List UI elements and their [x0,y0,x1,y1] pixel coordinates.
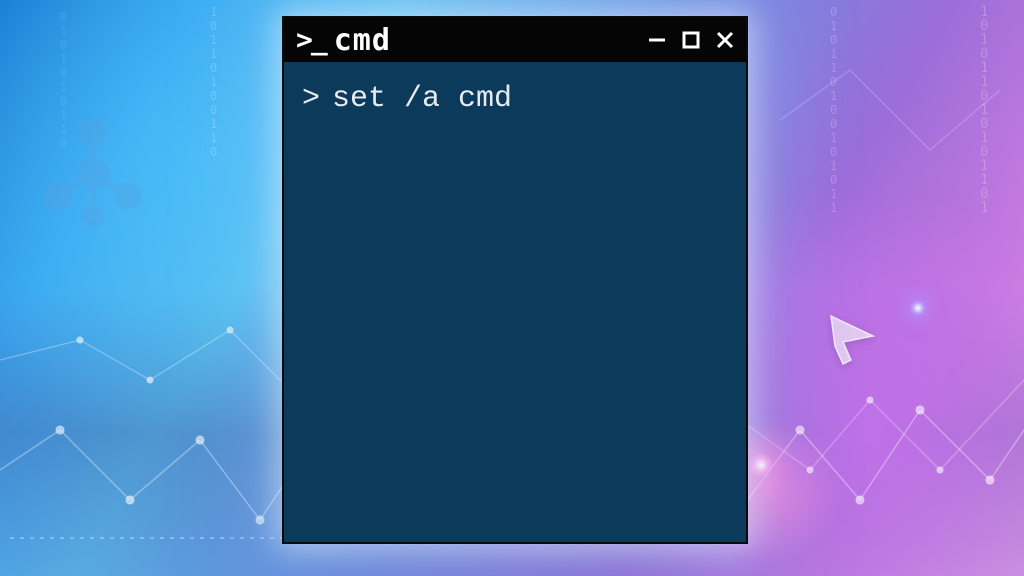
bg-triangle-cursor-icon [825,310,880,365]
maximize-button[interactable] [680,29,702,51]
close-icon [715,30,735,50]
terminal-prompt-icon: >_ [296,26,326,54]
command-prompt-symbol: > [302,80,320,119]
bg-glow-orb [910,300,926,316]
titlebar[interactable]: >_ cmd [284,18,746,62]
minimize-button[interactable] [646,29,668,51]
close-button[interactable] [714,29,736,51]
bg-glow-orb [748,452,774,478]
minimize-icon [647,30,667,50]
window-controls [646,29,736,51]
maximize-icon [681,30,701,50]
command-text: set /a cmd [332,80,512,119]
window-title: cmd [334,23,638,58]
command-line: > set /a cmd [302,80,728,119]
bg-molecule-icon [38,118,148,228]
terminal-body[interactable]: > set /a cmd [284,62,746,542]
terminal-window: >_ cmd > set /a cmd [282,16,748,544]
